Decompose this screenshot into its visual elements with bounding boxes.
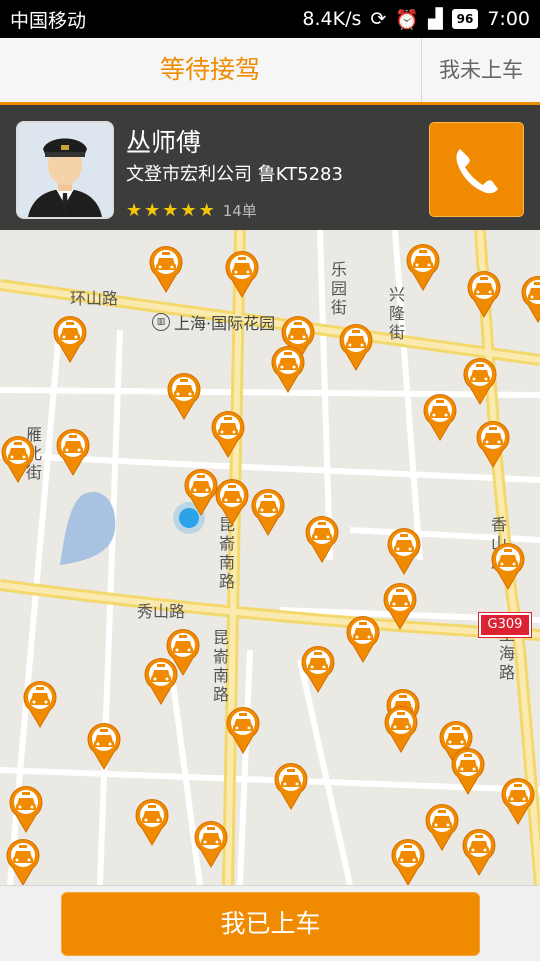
taxi-marker-icon bbox=[422, 393, 458, 441]
taxi-marker-icon bbox=[55, 428, 91, 476]
page-title: 等待接驾 bbox=[159, 55, 260, 84]
not-boarded-button[interactable]: 我未上车 bbox=[421, 38, 540, 102]
taxi-marker-icon bbox=[500, 777, 536, 825]
taxi-marker-icon bbox=[210, 410, 246, 458]
taxi-marker-icon bbox=[225, 706, 261, 754]
star-icon: ★ bbox=[180, 200, 197, 221]
taxi-marker-icon bbox=[383, 705, 419, 753]
taxi-marker-icon bbox=[475, 420, 511, 468]
network-speed: 8.4K/s bbox=[302, 8, 362, 30]
taxi-marker-icon bbox=[214, 478, 250, 526]
taxi-marker-icon bbox=[386, 527, 422, 575]
phone-icon bbox=[456, 149, 498, 194]
taxi-marker-icon bbox=[270, 345, 306, 393]
taxi-marker-icon bbox=[304, 515, 340, 563]
taxi-marker-icon bbox=[86, 722, 122, 770]
battery-icon: 96 bbox=[451, 9, 479, 29]
highway-shield: G309 bbox=[478, 612, 532, 638]
driver-company-plate: 文登市宏利公司 鲁KT5283 bbox=[126, 164, 343, 185]
road-label-leyuan: 乐园街 bbox=[330, 260, 347, 317]
taxi-marker-icon bbox=[224, 250, 260, 298]
taxi-marker-icon bbox=[450, 747, 486, 795]
taxi-marker-icon bbox=[345, 615, 381, 663]
taxi-marker-icon bbox=[273, 762, 309, 810]
call-driver-button[interactable] bbox=[429, 122, 524, 217]
taxi-marker-icon bbox=[193, 820, 229, 868]
taxi-marker-icon bbox=[250, 488, 286, 536]
road-label-kunyu-1: 昆嵛南路 bbox=[218, 515, 235, 591]
signal-icon: ▟ bbox=[428, 8, 443, 30]
road-label-huanshan: 环山路 bbox=[70, 289, 119, 308]
taxi-marker-icon bbox=[520, 275, 540, 323]
driver-avatar bbox=[16, 121, 114, 219]
bottom-bar: 我已上车 bbox=[0, 885, 540, 961]
taxi-marker-icon bbox=[461, 828, 497, 876]
taxi-marker-icon bbox=[424, 803, 460, 851]
building-icon: ▥ bbox=[152, 313, 170, 331]
road-label-kunyu-2: 昆嵛南路 bbox=[212, 628, 229, 704]
clock: 7:00 bbox=[487, 8, 530, 30]
taxi-marker-icon bbox=[466, 270, 502, 318]
driver-rating: ★ ★ ★ ★ ★ 14单 bbox=[126, 200, 257, 221]
carrier-name: 中国移动 bbox=[10, 9, 87, 32]
driver-card: 丛师傅 文登市宏利公司 鲁KT5283 ★ ★ ★ ★ ★ 14单 bbox=[0, 105, 540, 230]
taxi-marker-icon bbox=[52, 315, 88, 363]
order-count: 14单 bbox=[222, 202, 257, 220]
star-icon: ★ bbox=[126, 200, 143, 221]
poi-marker[interactable]: ▥ 上海·国际花园 bbox=[152, 310, 275, 334]
taxi-marker-icon bbox=[462, 357, 498, 405]
taxi-marker-icon bbox=[143, 657, 179, 705]
taxi-marker-icon bbox=[134, 798, 170, 846]
star-icon: ★ bbox=[198, 200, 215, 221]
star-icon: ★ bbox=[162, 200, 179, 221]
star-icon: ★ bbox=[144, 200, 161, 221]
status-bar: 中国移动 8.4K/s ⟳ ⏰ ▟ 96 7:00 bbox=[0, 0, 540, 38]
taxi-marker-icon bbox=[390, 838, 426, 885]
taxi-marker-icon bbox=[0, 435, 36, 483]
taxi-marker-icon bbox=[300, 645, 336, 693]
boarded-button[interactable]: 我已上车 bbox=[61, 892, 480, 956]
map-view[interactable]: 环山路 秀山路 昆嵛南路 昆嵛南路 乐园街 兴隆街 雁北街 香山路 圣海路 ▥ … bbox=[0, 230, 540, 885]
taxi-marker-icon bbox=[490, 542, 526, 590]
taxi-marker-icon bbox=[338, 323, 374, 371]
taxi-marker-icon bbox=[382, 582, 418, 630]
taxi-marker-icon bbox=[148, 245, 184, 293]
sync-icon: ⟳ bbox=[370, 8, 387, 30]
title-bar: 等待接驾 我未上车 bbox=[0, 38, 540, 105]
taxi-marker-icon bbox=[22, 680, 58, 728]
taxi-marker-icon bbox=[166, 372, 202, 420]
driver-name: 丛师傅 bbox=[126, 128, 202, 157]
alarm-icon: ⏰ bbox=[395, 8, 419, 31]
poi-label: 上海·国际花园 bbox=[174, 314, 276, 333]
road-label-xiushan: 秀山路 bbox=[137, 602, 186, 621]
taxi-marker-icon bbox=[405, 243, 441, 291]
road-label-xinglong: 兴隆街 bbox=[388, 285, 405, 342]
taxi-marker-icon bbox=[5, 838, 41, 885]
taxi-marker-icon bbox=[8, 785, 44, 833]
